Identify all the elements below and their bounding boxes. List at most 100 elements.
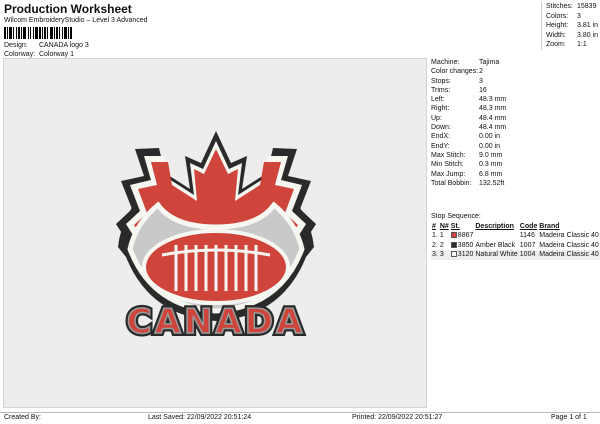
machine-row: Machine: Tajima [431, 58, 597, 67]
stat-label: Stitches: [546, 3, 573, 10]
machine-label: Trims: [431, 86, 451, 94]
machine-label: Min Stitch: [431, 161, 464, 169]
design-value: CANADA logo 3 [38, 42, 89, 49]
machine-label: Total Bobbin: [431, 179, 472, 187]
machine-row: Trims: 16 [431, 86, 597, 95]
machine-value: 48.3 mm [479, 96, 507, 104]
stitch-count: 3850 [457, 241, 474, 249]
stitch-count: 8867 [457, 232, 474, 239]
stat-value: 3.81 in [577, 22, 599, 29]
col-num: # [432, 223, 436, 230]
row-stitches: 3850 [450, 241, 475, 251]
canada-text: CANADA [127, 302, 306, 342]
colorway-row: Colorway: Colorway 1 [4, 51, 74, 58]
row-brand: Madeira Classic 40 [539, 241, 599, 249]
color-swatch [450, 232, 457, 238]
machine-row: EndY: 0.00 in [431, 142, 597, 151]
machine-row: Max Jump: 6.8 mm [431, 170, 597, 179]
table-row: 3. 3 3120 Natural White 1004 Madeira Classic … [431, 250, 600, 260]
machine-value: 9.0 mm [479, 151, 503, 159]
machine-value: 0.00 in [479, 133, 501, 141]
machine-row: Down: 48.4 mm [431, 123, 597, 132]
col-brand: Brand [539, 223, 560, 230]
machine-row: Right: 48.3 mm [431, 104, 597, 113]
row-code: 1004 [518, 250, 539, 260]
col-description: Description [475, 223, 514, 230]
stat-value: 1:1 [577, 41, 587, 48]
machine-label: Max Jump: [431, 170, 466, 178]
design-stats: Stitches: 15839 Colors: 3 Height: 3.81 in W… [541, 2, 598, 50]
stat-stitches: Stitches: 15839 [546, 2, 598, 12]
row-stitches: 8867 [450, 231, 475, 241]
stat-label: Colors: [546, 12, 569, 20]
col-stitches: St. [450, 223, 460, 230]
stat-label: Zoom: [546, 41, 566, 48]
created-by: Created By: [4, 414, 41, 421]
row-code: 1146 [519, 232, 535, 239]
machine-label: Machine: [431, 59, 460, 66]
canada-logo: CANADA CANADA [116, 131, 316, 345]
machine-value: 48.4 mm [479, 124, 507, 132]
machine-label: Stops: [431, 77, 451, 85]
machine-row: Total Bobbin: 132.52ft [431, 179, 597, 188]
stop-sequence-label: Stop Sequence: [431, 213, 481, 220]
stat-value: 3.80 in [577, 31, 599, 39]
table-header-row: # N# St. Description Code Brand [431, 222, 600, 231]
row-brand: Madeira Classic 40 [539, 232, 599, 239]
table-row: 2. 2 3850 Amber Black 1007 Madeira Classic 40 [431, 241, 600, 251]
machine-value: 3 [479, 77, 483, 85]
machine-label: Color changes: [431, 68, 479, 76]
row-num: 2. [432, 241, 438, 249]
footer: Created By: Last Saved: 22/09/2022 20:51… [0, 412, 600, 424]
machine-value: 2 [479, 68, 483, 76]
printed-date: Printed: 22/09/2022 20:51:27 [352, 414, 443, 421]
machine-label: Max Stitch: [431, 151, 466, 159]
machine-value: 6.8 mm [479, 170, 503, 178]
design-row: Design: CANADA logo 3 [4, 42, 89, 49]
machine-row: EndX: 0.00 in [431, 132, 597, 141]
stat-height: Height: 3.81 in [546, 21, 598, 31]
machine-label: EndY: [431, 142, 450, 150]
needle-number: 1 [439, 232, 444, 239]
machine-row: Stops: 3 [431, 77, 597, 86]
software-subtitle: Wilcom EmbroideryStudio – Level 3 Advanc… [4, 17, 148, 24]
machine-row: Max Stitch: 9.0 mm [431, 151, 597, 160]
barcode-bar [72, 27, 74, 39]
design-label: Design: [4, 42, 28, 49]
machine-label: Left: [431, 96, 445, 104]
table-row: 1. 1 8867 1146 Madeira Classic 40 [431, 231, 600, 241]
col-needle: N# [439, 223, 449, 230]
machine-label: Down: [431, 124, 451, 132]
row-description: Amber Black [475, 241, 516, 249]
barcode [4, 27, 112, 39]
machine-label: Up: [431, 114, 442, 122]
stitch-count: 3120 [457, 251, 474, 258]
stat-value: 3 [577, 12, 581, 20]
machine-value: 16 [479, 86, 487, 94]
needle-number: 2 [439, 241, 444, 249]
stat-label: Height: [546, 22, 569, 29]
last-saved: Last Saved: 22/09/2022 20:51:24 [148, 414, 252, 421]
color-swatch [450, 241, 457, 248]
colorway-value: Colorway 1 [38, 51, 74, 58]
machine-value: Tajima [479, 59, 500, 66]
needle-number: 3 [439, 251, 444, 258]
stat-colors: Colors: 3 [546, 12, 598, 22]
row-num: 3. [431, 250, 439, 260]
stat-zoom: Zoom: 1:1 [546, 40, 598, 50]
machine-value: 48.3 mm [479, 105, 507, 113]
page-title: Production Worksheet [4, 2, 132, 16]
stat-value: 15839 [577, 3, 597, 10]
row-needle: 2 [439, 241, 450, 251]
page-number: Page 1 of 1 [551, 414, 587, 421]
color-swatch [450, 251, 457, 257]
stat-width: Width: 3.80 in [546, 31, 598, 41]
machine-value: 48.4 mm [479, 114, 507, 122]
machine-info-panel: Machine: Tajima Color changes:2 Stops: 3 Trim… [431, 58, 597, 188]
col-code: Code [519, 223, 538, 230]
row-code: 1007 [519, 241, 536, 249]
machine-row: Color changes:2 [431, 67, 597, 76]
colorway-label: Colorway: [4, 51, 36, 58]
row-num: 1. [432, 232, 438, 239]
row-brand: Madeira Classic 40 [538, 250, 600, 260]
